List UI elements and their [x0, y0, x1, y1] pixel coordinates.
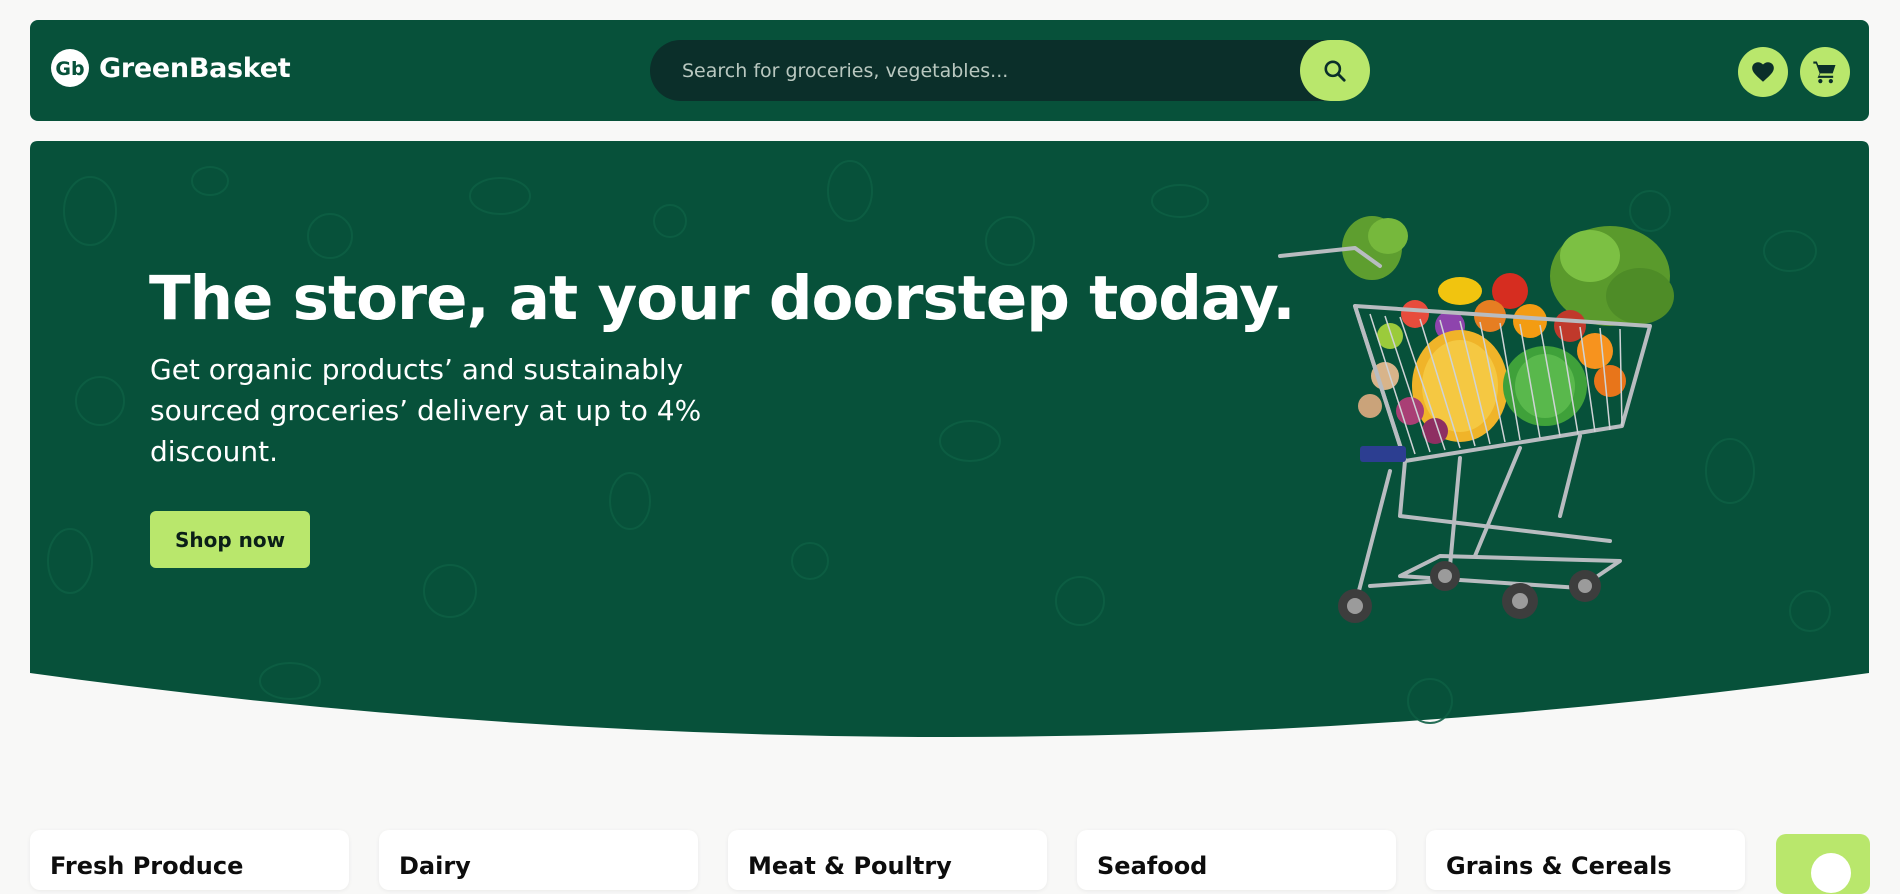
category-card-grains-cereals[interactable]: Grains & Cereals: [1426, 830, 1745, 890]
search-input[interactable]: [680, 40, 1280, 101]
cart-button[interactable]: [1800, 47, 1850, 97]
brand-logo-icon: Gb: [51, 49, 89, 87]
hero-subtitle: Get organic products’ and sustainably so…: [150, 353, 702, 468]
navbar: Gb GreenBasket: [30, 20, 1869, 121]
category-card-seafood[interactable]: Seafood: [1077, 830, 1396, 890]
shop-now-button[interactable]: Shop now: [150, 511, 310, 568]
category-card-meat-poultry[interactable]: Meat & Poultry: [728, 830, 1047, 890]
hero-title: The store, at your doorstep today.: [149, 263, 1296, 334]
search-bar: [650, 40, 1370, 101]
category-card-dairy[interactable]: Dairy: [379, 830, 698, 890]
cart-icon: [1813, 61, 1836, 84]
category-card-fresh-produce[interactable]: Fresh Produce: [30, 830, 349, 890]
search-icon: [1324, 59, 1346, 82]
shopping-cart-illustration: [1278, 216, 1674, 623]
category-label: Dairy: [399, 852, 471, 880]
category-label: Meat & Poultry: [748, 852, 952, 880]
hero-banner: The store, at your doorstep today. Get o…: [30, 141, 1869, 751]
category-label: Fresh Produce: [50, 852, 244, 880]
next-arrow-icon: [1811, 853, 1851, 893]
brand-logo[interactable]: Gb GreenBasket: [50, 48, 291, 88]
wishlist-button[interactable]: [1738, 47, 1788, 97]
category-next-button[interactable]: [1776, 834, 1870, 894]
search-button[interactable]: [1300, 40, 1370, 101]
brand-name: GreenBasket: [99, 52, 291, 84]
category-label: Seafood: [1097, 852, 1208, 880]
category-label: Grains & Cereals: [1446, 852, 1672, 880]
heart-icon: [1752, 62, 1774, 82]
svg-text:Gb: Gb: [55, 58, 84, 80]
